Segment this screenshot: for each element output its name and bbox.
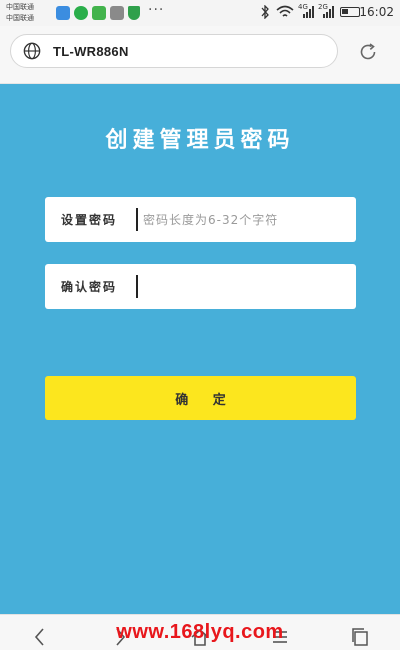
page-content: 创建管理员密码 设置密码 确认密码 确 定 bbox=[0, 84, 400, 614]
network-type-label: 2G bbox=[318, 3, 328, 11]
system-icons: 4G 2G bbox=[260, 3, 360, 19]
set-password-input[interactable] bbox=[143, 203, 347, 236]
field-cursor bbox=[136, 275, 138, 298]
globe-icon bbox=[23, 42, 41, 60]
refresh-icon[interactable] bbox=[358, 42, 378, 62]
signal-2g-icon: 2G bbox=[318, 3, 334, 18]
message-notification-icon bbox=[92, 6, 106, 20]
carrier-name-1: 中国联通 bbox=[6, 3, 34, 11]
carrier-name-2: 中国联通 bbox=[6, 14, 34, 22]
network-type-label: 4G bbox=[298, 3, 308, 11]
carrier-info: 中国联通 中国联通 bbox=[6, 2, 34, 24]
wifi-icon bbox=[276, 5, 294, 17]
confirm-password-input[interactable] bbox=[143, 270, 347, 303]
field-divider bbox=[136, 208, 138, 231]
watermark-text: www.168lyq.com bbox=[116, 621, 284, 643]
bluetooth-icon bbox=[261, 5, 269, 19]
wechat-notification-icon bbox=[74, 6, 88, 20]
status-bar: 中国联通 中国联通 ··· 4G 2G 16:02 bbox=[0, 0, 400, 26]
page-title: 创建管理员密码 bbox=[105, 127, 295, 153]
notification-app-icon bbox=[56, 6, 70, 20]
signal-4g-icon: 4G bbox=[298, 3, 314, 18]
more-notifications-icon: ··· bbox=[148, 2, 165, 18]
url-text[interactable]: TL-WR886N bbox=[53, 44, 129, 59]
shield-notification-icon bbox=[128, 6, 140, 20]
image-notification-icon bbox=[110, 6, 124, 20]
set-password-label: 设置密码 bbox=[61, 213, 118, 227]
battery-icon bbox=[340, 7, 360, 17]
browser-address-area: TL-WR886N bbox=[0, 26, 400, 84]
status-time: 16:02 bbox=[359, 5, 394, 19]
set-password-field[interactable]: 设置密码 bbox=[45, 197, 356, 242]
confirm-button[interactable]: 确 定 bbox=[45, 376, 356, 420]
confirm-password-label: 确认密码 bbox=[61, 280, 118, 294]
confirm-password-field[interactable]: 确认密码 bbox=[45, 264, 356, 309]
address-bar[interactable]: TL-WR886N bbox=[10, 34, 338, 68]
